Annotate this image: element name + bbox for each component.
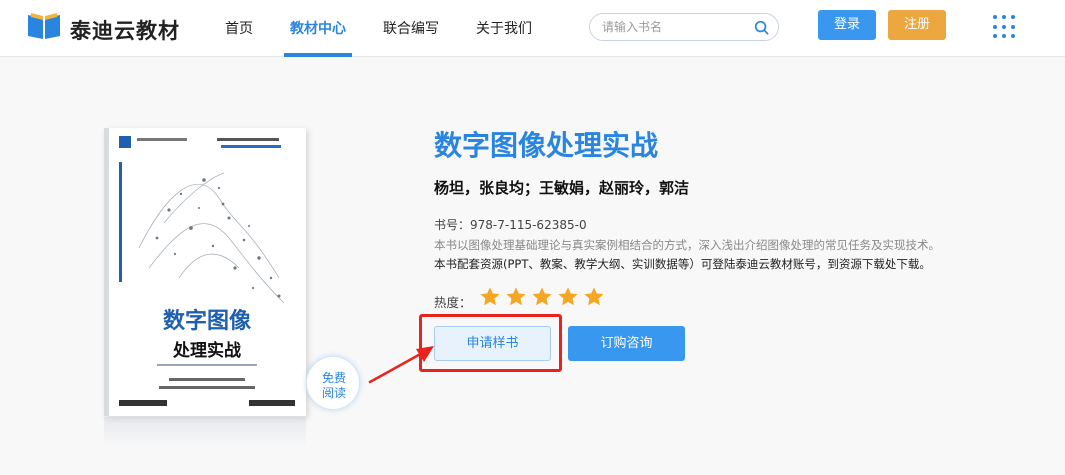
order-inquiry-button[interactable]: 订购咨询 — [568, 326, 685, 361]
cover-title-line1: 数字图像 — [163, 308, 252, 334]
search-input[interactable] — [602, 18, 747, 36]
active-nav-indicator — [284, 53, 352, 57]
book-isbn: 书号：978-7-115-62385-0 — [434, 218, 587, 232]
star-icon — [584, 287, 604, 306]
nav-textbook-center[interactable]: 教材中心 — [290, 18, 346, 38]
book-title: 数字图像处理实战 — [434, 129, 659, 162]
nav-co-authoring[interactable]: 联合编写 — [383, 18, 439, 38]
free-read-button[interactable]: 免费 阅读 — [306, 356, 360, 410]
apply-sample-button[interactable]: 申请样书 — [434, 326, 551, 361]
star-icon — [558, 287, 578, 306]
book-description: 本书以图像处理基础理论与真实案例相结合的方式，深入浅出介绍图像处理的常见任务及实… — [434, 238, 940, 252]
nav-home[interactable]: 首页 — [225, 18, 253, 38]
book-authors: 杨坦，张良均；王敏娟，赵丽玲，郭洁 — [434, 179, 690, 197]
nav-about-us[interactable]: 关于我们 — [476, 18, 532, 38]
free-read-line2: 阅读 — [321, 386, 346, 400]
brand-name[interactable]: 泰迪云教材 — [70, 15, 180, 45]
book-resources-note: 本书配套资源(PPT、教案、教学大纲、实训数据等）可登陆泰迪云教材账号，到资源下… — [434, 257, 931, 271]
book-cover-image[interactable]: 数字图像 处理实战 — [104, 128, 306, 416]
search-box — [589, 13, 779, 41]
cover-reflection — [104, 417, 306, 447]
grid-menu-icon[interactable] — [993, 15, 1017, 39]
book-logo-icon[interactable] — [26, 11, 62, 41]
search-icon[interactable] — [754, 20, 769, 35]
register-button[interactable]: 注册 — [888, 10, 946, 40]
login-button[interactable]: 登录 — [818, 10, 876, 40]
cover-title-line2: 处理实战 — [172, 340, 241, 361]
heat-label: 热度： — [434, 295, 472, 310]
site-header: 泰迪云教材 首页 教材中心 联合编写 关于我们 登录 注册 — [0, 0, 1065, 57]
star-icon — [480, 287, 500, 306]
star-icon — [532, 287, 552, 306]
star-icon — [506, 287, 526, 306]
